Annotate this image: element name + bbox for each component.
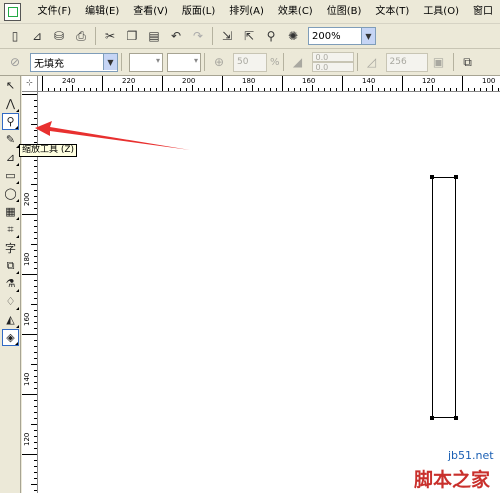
watermark-name: 脚本之家 <box>414 469 491 491</box>
watermark-url: jb51.net <box>448 449 494 462</box>
coreldraw-window: 文件(F) 编辑(E) 查看(V) 版面(L) 排列(A) 效果(C) 位图(B… <box>0 0 500 493</box>
zoom-tool-tooltip: 缩放工具 (Z) <box>19 144 78 157</box>
annotation-arrow <box>35 121 190 150</box>
